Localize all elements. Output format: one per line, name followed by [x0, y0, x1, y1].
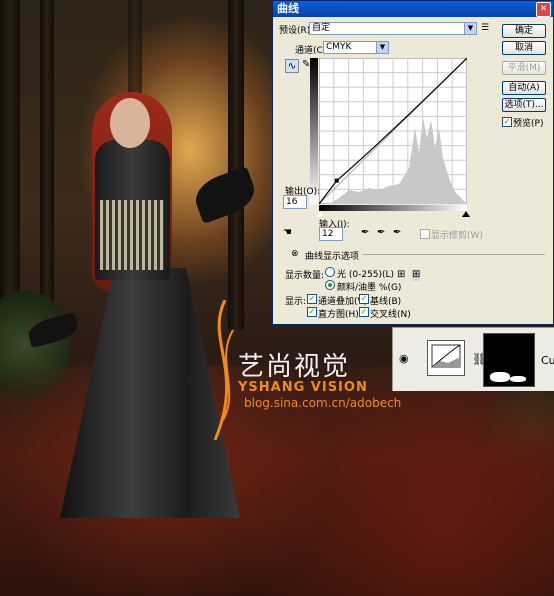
intersection-label: 交叉线(N) — [370, 310, 411, 320]
show-amount-label: 显示数量: — [285, 271, 325, 281]
output-field[interactable]: 16 — [283, 195, 307, 209]
chevron-down-icon: ▼ — [376, 42, 388, 53]
light-radio[interactable] — [325, 267, 335, 277]
input-field[interactable]: 12 — [319, 227, 343, 241]
layer-mask-thumbnail[interactable] — [483, 333, 535, 387]
chevron-down-icon: ▼ — [464, 23, 476, 34]
expand-toggle-icon[interactable]: ⊗ — [291, 248, 299, 260]
ok-button[interactable]: 确定 — [502, 24, 546, 38]
dialog-title: 曲线 — [277, 2, 299, 15]
intersection-checkbox[interactable]: ✓ — [359, 307, 369, 317]
channel-overlay-checkbox[interactable]: ✓ — [307, 294, 317, 304]
curve-graph[interactable] — [319, 58, 467, 204]
hand-tool-icon[interactable]: ☚ — [283, 227, 292, 239]
gray-eyedropper-icon[interactable]: ✒ — [377, 227, 385, 239]
histogram-checkbox[interactable]: ✓ — [307, 307, 317, 317]
face — [110, 98, 150, 148]
white-eyedropper-icon[interactable]: ✒ — [393, 227, 401, 239]
watermark-url: blog.sina.com.cn/adobech — [244, 396, 402, 410]
divider — [363, 254, 545, 255]
black-eyedropper-icon[interactable]: ✒ — [361, 227, 369, 239]
curves-dialog: 曲线 ✕ 预设(R): 自定 ▼ ☰ 通道(C): CMYK ▼ 确定 取消 平… — [272, 0, 554, 325]
tree-trunk — [40, 0, 54, 330]
curves-adjustment-icon — [431, 344, 461, 368]
preset-select[interactable]: 自定 ▼ — [309, 22, 477, 35]
simple-grid-icon[interactable]: ⊞ — [397, 269, 405, 281]
mask-white-area — [510, 376, 526, 382]
pigment-radio[interactable] — [325, 280, 335, 290]
close-icon[interactable]: ✕ — [536, 2, 551, 17]
show-clipping-checkbox[interactable] — [420, 229, 430, 239]
show-label: 显示: — [285, 297, 307, 307]
curve-point-tool-icon[interactable]: ∿ — [285, 59, 299, 73]
eye-icon[interactable]: ◉ — [399, 352, 409, 365]
cancel-button[interactable]: 取消 — [502, 41, 546, 55]
dialog-titlebar[interactable]: 曲线 ✕ — [273, 1, 553, 17]
layers-panel-strip: ◉ ⛓ Cu — [392, 327, 554, 391]
output-gradient-bar — [310, 58, 318, 204]
channel-select[interactable]: CMYK ▼ — [323, 41, 389, 54]
raven — [189, 165, 261, 225]
tree-trunk — [0, 0, 20, 320]
baseline-label: 基线(B) — [370, 297, 402, 307]
mask-white-area — [490, 372, 510, 382]
channel-value: CMYK — [326, 42, 352, 52]
pigment-option-label: 颜料/油墨 %(G) — [337, 283, 402, 293]
watermark-english: YSHANG VISION — [238, 380, 368, 395]
options-button[interactable]: 选项(T)... — [502, 98, 546, 112]
preset-options-icon[interactable]: ☰ — [481, 22, 489, 34]
smooth-button[interactable]: 平滑(M) — [502, 61, 546, 75]
auto-button[interactable]: 自动(A) — [502, 81, 546, 95]
input-gradient-bar — [319, 205, 467, 211]
white-point-slider[interactable] — [462, 211, 470, 217]
tree-trunk — [228, 0, 244, 330]
curve-control-point — [334, 178, 339, 183]
curve-display-options-label: 曲线显示选项 — [305, 252, 360, 262]
corset — [100, 200, 164, 270]
preset-value: 自定 — [312, 23, 331, 33]
curves-adjustment-thumbnail[interactable] — [427, 340, 465, 376]
light-option-label: 光 (0-255)(L) — [337, 270, 395, 280]
layer-name[interactable]: Cu — [541, 354, 554, 367]
preview-label: 预览(P) — [513, 119, 544, 129]
watermark-chinese: 艺尚视觉 — [238, 352, 351, 382]
histogram-label: 直方图(H) — [318, 310, 359, 320]
detailed-grid-icon[interactable]: ⊞ — [412, 269, 421, 281]
show-clipping-label: 显示修剪(W) — [431, 231, 483, 241]
preview-checkbox[interactable]: ✓ — [502, 117, 512, 127]
baseline-checkbox[interactable]: ✓ — [359, 294, 369, 304]
